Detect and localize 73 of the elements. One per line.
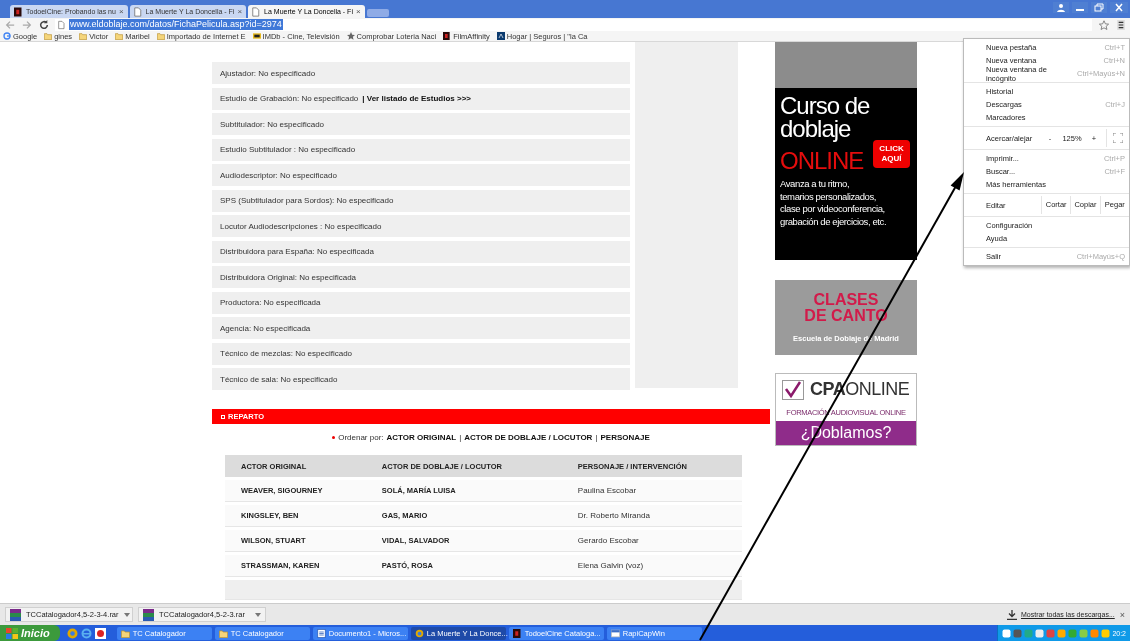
credit-text: Locutor Audiodescripciones : No especificado <box>220 221 382 231</box>
star-icon <box>346 32 355 40</box>
folder-icon <box>218 628 228 638</box>
credit-text: Ajustador: No especificado <box>220 68 316 78</box>
archive-icon <box>143 608 154 621</box>
fullscreen-icon[interactable] <box>1113 133 1123 143</box>
film-icon <box>443 32 452 40</box>
sort-link[interactable]: ACTOR DE DOBLAJE / LOCUTOR <box>464 433 593 442</box>
table-cell: Paulina Escobar <box>561 480 742 502</box>
credit-text: Productora: No especificada <box>220 298 321 307</box>
reload-icon[interactable] <box>38 19 50 30</box>
course-ad[interactable]: Curso de doblaje ONLINE CLICK AQUÍ Avanza a tu ritmo, temarios personalizados, clase por videoconferencia, grabación de ejercicios, etc. <box>775 42 917 260</box>
credit-text: Subtitulador: No especificado <box>220 119 325 129</box>
download-icon <box>1006 609 1017 620</box>
ad-heading: doblaje <box>780 117 852 140</box>
sort-label: Ordenar por: <box>338 433 384 442</box>
close-tab-button[interactable]: × <box>355 7 361 16</box>
document-icon <box>316 628 326 638</box>
address-bar[interactable]: www.eldoblaje.com/datos/FichaPelicula.asp?id=2974 <box>55 18 1092 31</box>
separator-text: | <box>595 433 598 442</box>
window-icon <box>610 628 620 638</box>
credit-text: Distribuidora Original: No especificada <box>220 272 357 282</box>
archive-icon <box>10 608 21 621</box>
restore-icon[interactable] <box>1091 2 1107 13</box>
square-icon <box>221 414 225 419</box>
bullet-icon <box>332 436 336 439</box>
credit-text: Técnico de sala: No especificado <box>220 374 338 384</box>
ad-heading: CLASES <box>813 292 879 308</box>
folder-icon <box>120 628 130 638</box>
ad-heading: Curso de <box>780 94 871 117</box>
close-button[interactable]: × <box>1119 609 1125 620</box>
forward-arrow-icon[interactable] <box>21 19 33 30</box>
windows-flag-icon <box>6 627 18 639</box>
caret-icon[interactable] <box>255 612 261 617</box>
close-tab-button[interactable]: × <box>118 7 124 16</box>
close-icon[interactable] <box>1110 2 1128 13</box>
media-icon[interactable] <box>94 627 106 639</box>
separator-text: | <box>459 433 462 442</box>
film-icon <box>14 6 23 17</box>
imdb-icon <box>252 32 261 40</box>
globe-icon <box>414 628 424 638</box>
new-tab-button[interactable] <box>366 9 389 17</box>
caret-icon[interactable] <box>123 612 130 617</box>
sort-link[interactable]: ACTOR ORIGINAL <box>386 433 457 442</box>
start-label: Inicio <box>21 627 50 639</box>
credit-text: SPS (Subtitulador para Sordos): No especificado <box>220 196 394 205</box>
credit-text: Técnico de mezclas: No especificado <box>220 349 353 358</box>
close-tab-button[interactable]: × <box>237 7 243 16</box>
user-icon[interactable] <box>1053 2 1069 13</box>
click-button[interactable]: CLICK AQUÍ <box>873 140 910 168</box>
credit-text: Distribuidora para España: No especificada <box>220 247 374 256</box>
credit-text: Agencia: No especificada <box>220 323 311 333</box>
credit-text: Estudio Subtitulador : No especificado <box>220 145 356 154</box>
ad-heading: ONLINE <box>780 149 864 172</box>
page-icon <box>58 19 66 30</box>
studios-link[interactable]: | Ver listado de Estudios >>> <box>362 94 472 103</box>
table-cell: Dr. Roberto Miranda <box>561 505 742 527</box>
film-icon <box>512 628 522 638</box>
sort-link[interactable]: PERSONAJE <box>600 433 650 442</box>
credit-text: Audiodescriptor: No especificado <box>220 170 337 180</box>
credit-text: Estudio de Grabación: No especificado <box>220 94 359 103</box>
table-cell: Elena Galvin (voz) <box>561 555 742 577</box>
start-button[interactable]: Inicio <box>0 625 60 641</box>
checkmark-icon <box>782 379 804 400</box>
table-cell: Gerardo Escobar <box>561 530 742 552</box>
bookmark-star-icon[interactable] <box>1097 19 1111 30</box>
url-text: www.eldoblaje.com/datos/FichaPelicula.asp?id=2974 <box>69 19 283 30</box>
google-icon <box>3 32 11 40</box>
minimize-icon[interactable] <box>1072 2 1088 13</box>
globe-icon[interactable] <box>66 627 78 639</box>
ad-description: Avanza a tu ritmo, temarios personalizados, clase por videoconferencia, grabación de ejercicios, etc. <box>780 178 888 228</box>
menu-icon[interactable] <box>1116 19 1126 30</box>
back-arrow-icon[interactable] <box>4 19 16 30</box>
